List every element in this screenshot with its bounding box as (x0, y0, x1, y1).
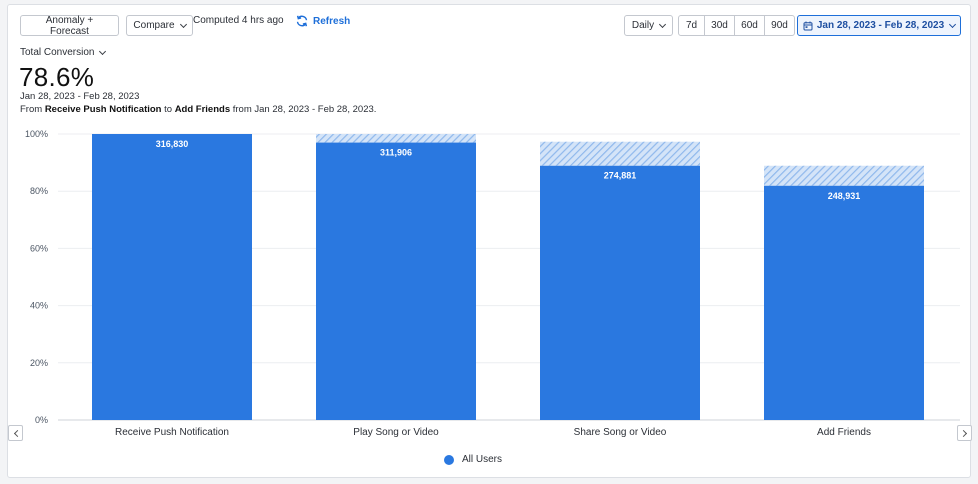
chevron-left-icon (13, 429, 21, 437)
bar (764, 185, 924, 420)
y-tick-label: 0% (35, 415, 48, 425)
forecast-bar (316, 134, 476, 143)
legend-swatch (444, 454, 454, 465)
x-tick-label: Play Song or Video (353, 427, 439, 438)
legend-label: All Users (462, 454, 503, 465)
y-tick-label: 20% (30, 358, 48, 368)
forecast-bar (540, 141, 700, 166)
scroll-right-button[interactable] (957, 425, 972, 441)
bar-count-label: 311,906 (380, 148, 412, 158)
y-tick-label: 80% (30, 186, 48, 196)
x-tick-label: Share Song or Video (574, 427, 667, 438)
forecast-bar (764, 165, 924, 186)
bar (316, 142, 476, 420)
funnel-chart: 0% 20% 40% 60% 80% 100% 316,830 Receive Push No… (25, 129, 960, 438)
bar (92, 134, 252, 420)
x-tick-label: Add Friends (817, 427, 871, 438)
y-tick-label: 60% (30, 243, 48, 253)
x-tick-label: Receive Push Notification (115, 427, 229, 438)
scroll-left-button[interactable] (8, 425, 23, 441)
y-tick-label: 40% (30, 301, 48, 311)
y-tick-label: 100% (25, 129, 48, 139)
bar-count-label: 316,830 (156, 139, 189, 149)
bar-count-label: 274,881 (604, 171, 637, 181)
chevron-right-icon (959, 429, 967, 437)
chart-legend[interactable]: All Users (444, 454, 502, 465)
bar (540, 165, 700, 420)
bar-count-label: 248,931 (828, 191, 861, 201)
